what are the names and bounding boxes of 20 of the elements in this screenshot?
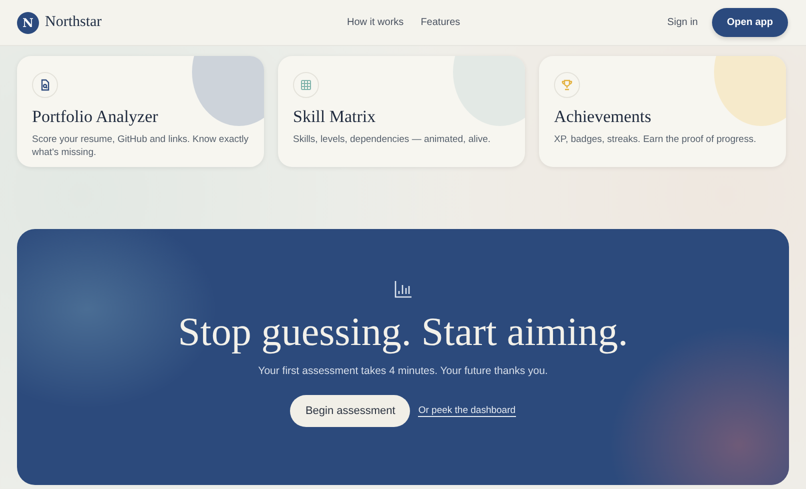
card-title: Portfolio Analyzer bbox=[32, 107, 160, 127]
open-app-button[interactable]: Open app bbox=[712, 8, 788, 37]
logo-mark[interactable]: N bbox=[17, 12, 39, 34]
cta-subtitle: Your first assessment takes 4 minutes. Your future thanks you. bbox=[258, 365, 548, 377]
nav-link[interactable]: Features bbox=[420, 17, 460, 28]
begin-assessment-button[interactable]: Begin assessment bbox=[290, 395, 410, 427]
bar-chart-icon bbox=[394, 280, 412, 298]
grid-icon bbox=[300, 79, 312, 91]
brand-name[interactable]: Northstar bbox=[45, 14, 102, 31]
card-description: Score your resume, GitHub and links. Know exactly what's missing. bbox=[32, 133, 249, 159]
dashboard-link[interactable]: Or peek the dashboard bbox=[418, 405, 516, 417]
card-title: Achievements bbox=[554, 107, 652, 127]
trophy-icon bbox=[561, 79, 573, 91]
card-description: Skills, levels, dependencies — animated, alive. bbox=[293, 133, 492, 146]
sign-in-link[interactable]: Sign in bbox=[667, 17, 698, 28]
document-icon bbox=[39, 79, 51, 91]
cta-heading: Stop guessing. Start aiming. bbox=[178, 308, 628, 355]
card-description: XP, badges, streaks. Earn the proof of progress. bbox=[554, 133, 758, 146]
card-title: Skill Matrix bbox=[293, 107, 377, 127]
nav-link[interactable]: How it works bbox=[347, 17, 404, 28]
